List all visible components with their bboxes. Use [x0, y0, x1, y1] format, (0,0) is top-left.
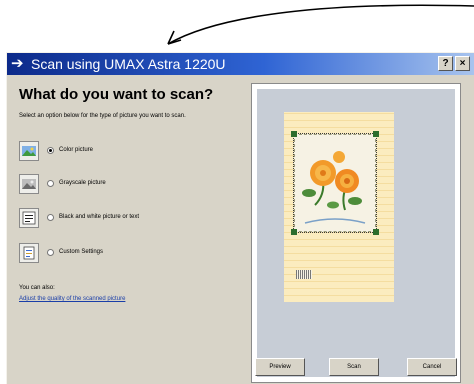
custom-settings-radio[interactable]	[47, 249, 54, 256]
crop-handle-bottom-right[interactable]	[373, 229, 379, 235]
preview-button[interactable]: Preview	[255, 358, 305, 376]
stamp-image	[291, 131, 379, 235]
black-white-radio[interactable]	[47, 214, 54, 221]
color-picture-radio[interactable]	[47, 147, 54, 154]
option-color-picture[interactable]: Color picture	[19, 141, 239, 163]
scanner-arrow-icon: ➔	[11, 55, 24, 72]
close-button[interactable]: ×	[455, 56, 470, 71]
title-bar: ➔ Scan using UMAX Astra 1220U ? ×	[7, 53, 474, 75]
crop-handle-top-right[interactable]	[373, 131, 379, 137]
scan-dialog: ➔ Scan using UMAX Astra 1220U ? × What d…	[6, 52, 474, 384]
preview-pane	[251, 83, 461, 383]
option-label: Custom Settings	[59, 249, 104, 255]
scanner-bed	[257, 89, 455, 377]
grayscale-picture-icon	[19, 174, 39, 194]
crop-selection[interactable]	[291, 131, 379, 235]
option-label: Grayscale picture	[59, 180, 106, 186]
crop-handle-bottom-left[interactable]	[291, 229, 297, 235]
option-custom-settings[interactable]: Custom Settings	[19, 243, 239, 265]
help-button[interactable]: ?	[438, 56, 453, 71]
option-label: Black and white picture or text	[59, 214, 140, 220]
black-white-text-icon	[19, 208, 39, 228]
cancel-button[interactable]: Cancel	[407, 358, 457, 376]
scan-button[interactable]: Scan	[329, 358, 379, 376]
crop-handle-top-left[interactable]	[291, 131, 297, 137]
grayscale-picture-radio[interactable]	[47, 180, 54, 187]
window-title: Scan using UMAX Astra 1220U	[31, 56, 226, 72]
callout-arrow	[167, 4, 474, 45]
custom-settings-icon	[19, 243, 39, 263]
option-grayscale-picture[interactable]: Grayscale picture	[19, 174, 239, 196]
adjust-quality-link[interactable]: Adjust the quality of the scanned pictur…	[19, 296, 125, 302]
also-label: You can also:	[19, 285, 55, 291]
option-label: Color picture	[59, 147, 94, 153]
color-picture-icon	[19, 141, 39, 161]
instructions-text: Select an option below for the type of p…	[19, 113, 186, 119]
option-black-white[interactable]: Black and white picture or text	[19, 208, 239, 230]
barcode-icon	[296, 270, 312, 279]
scanned-card-image	[284, 112, 394, 302]
page-title: What do you want to scan?	[19, 86, 214, 103]
